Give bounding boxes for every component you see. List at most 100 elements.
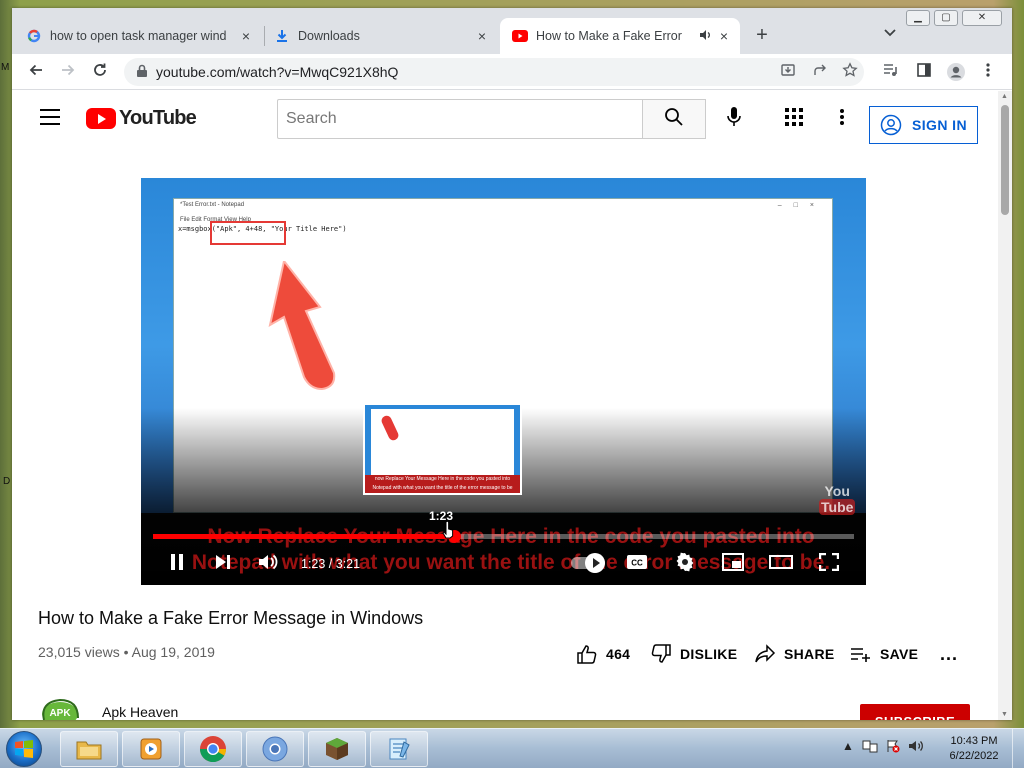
video-title: How to Make a Fake Error Message in Wind… bbox=[38, 608, 424, 628]
progress-bar[interactable] bbox=[153, 530, 854, 543]
like-count: 464 bbox=[606, 646, 631, 662]
hamburger-menu-icon[interactable] bbox=[40, 109, 60, 125]
share-button[interactable]: SHARE bbox=[754, 639, 835, 669]
search-box[interactable] bbox=[277, 99, 642, 139]
youtube-header: YouTube Search SIGN IN bbox=[12, 91, 998, 147]
seek-preview-thumbnail: now Replace Your Message Here in the cod… bbox=[363, 403, 522, 495]
volume-button[interactable] bbox=[255, 549, 283, 575]
speaker-icon[interactable] bbox=[698, 28, 712, 45]
profile-icon[interactable] bbox=[946, 62, 966, 82]
start-button[interactable] bbox=[6, 731, 42, 767]
close-tab-icon[interactable]: × bbox=[716, 28, 732, 44]
theater-mode-button[interactable] bbox=[767, 549, 795, 575]
video-player[interactable]: *Test Error.txt - Notepad –□× File Edit … bbox=[141, 178, 866, 585]
install-app-icon[interactable] bbox=[778, 62, 798, 82]
side-panel-icon[interactable] bbox=[914, 62, 934, 82]
media-control-icon[interactable] bbox=[880, 62, 900, 82]
tab-search-icon[interactable] bbox=[884, 26, 896, 40]
autoplay-toggle[interactable] bbox=[571, 553, 605, 573]
search-icon bbox=[664, 107, 684, 132]
apps-grid-button[interactable] bbox=[782, 107, 806, 131]
reload-icon[interactable] bbox=[90, 62, 110, 82]
account-circle-icon bbox=[880, 114, 902, 136]
show-desktop-button[interactable] bbox=[1012, 729, 1024, 768]
taskbar-chrome-secondary[interactable] bbox=[246, 731, 304, 767]
share-label: SHARE bbox=[784, 646, 835, 662]
more-actions-button[interactable]: ... bbox=[940, 639, 958, 669]
player-controls: 1:23 / 3:21 CC bbox=[141, 543, 866, 581]
thumbs-up-icon bbox=[577, 645, 597, 664]
taskbar-minecraft[interactable] bbox=[308, 731, 366, 767]
url-text[interactable]: youtube.com/watch?v=MwqC921X8hQ bbox=[156, 64, 398, 80]
clock-time: 10:43 PM bbox=[950, 735, 998, 747]
youtube-wordmark: YouTube bbox=[119, 107, 197, 129]
channel-avatar-text: APK bbox=[49, 708, 71, 719]
fullscreen-icon bbox=[819, 553, 839, 571]
notepad-window-controls: –□× bbox=[777, 202, 826, 209]
sign-in-button[interactable]: SIGN IN bbox=[869, 106, 978, 144]
tab-label: how to open task manager windo bbox=[50, 29, 226, 43]
search-button[interactable] bbox=[642, 99, 706, 139]
window-controls: ▁ ▢ ✕ bbox=[902, 10, 1002, 26]
tab-downloads[interactable]: Downloads × bbox=[274, 18, 498, 54]
tab-strip: how to open task manager windo × Downloa… bbox=[12, 8, 1012, 54]
taskbar-notepad[interactable] bbox=[370, 731, 428, 767]
subtitles-button[interactable]: CC bbox=[623, 549, 651, 575]
taskbar-chrome[interactable] bbox=[184, 731, 242, 767]
scroll-up-arrow-icon[interactable]: ▲ bbox=[1001, 93, 1008, 100]
youtube-logo[interactable]: YouTube bbox=[86, 107, 197, 130]
system-clock[interactable]: 10:43 PM 6/22/2022 bbox=[944, 734, 1004, 764]
close-tab-icon[interactable]: × bbox=[238, 28, 254, 44]
chrome-alt-icon bbox=[262, 736, 288, 762]
lock-icon[interactable] bbox=[136, 64, 150, 80]
new-tab-button[interactable]: + bbox=[750, 24, 774, 48]
preview-caption: Notepad with what you want the title of … bbox=[372, 485, 513, 491]
show-hidden-icons-icon[interactable]: ▲ bbox=[842, 739, 854, 756]
settings-button[interactable] bbox=[671, 549, 699, 575]
fullscreen-button[interactable] bbox=[815, 549, 843, 575]
menu-kebab-icon[interactable] bbox=[978, 62, 998, 82]
scroll-down-arrow-icon[interactable]: ▼ bbox=[1001, 711, 1008, 718]
tab-google-search[interactable]: how to open task manager windo × bbox=[26, 18, 262, 54]
taskbar-file-explorer[interactable] bbox=[60, 731, 118, 767]
desktop-icon-label: D bbox=[3, 476, 11, 487]
thumbs-down-icon bbox=[651, 644, 671, 663]
gear-icon bbox=[676, 552, 694, 572]
browser-toolbar: youtube.com/watch?v=MwqC921X8hQ bbox=[12, 54, 1012, 90]
time-display: 1:23 / 3:21 bbox=[301, 557, 361, 571]
channel-name[interactable]: Apk Heaven bbox=[102, 704, 178, 720]
forward-icon[interactable] bbox=[58, 62, 78, 82]
channel-avatar[interactable]: APK bbox=[38, 696, 86, 720]
bookmark-star-icon[interactable] bbox=[840, 62, 860, 82]
subscribe-button[interactable]: SUBSCRIBE bbox=[860, 704, 970, 720]
share-arrow-icon bbox=[755, 644, 776, 663]
close-window-button[interactable]: ✕ bbox=[962, 10, 1002, 26]
miniplayer-button[interactable] bbox=[719, 549, 747, 575]
volume-tray-icon[interactable] bbox=[908, 739, 924, 756]
close-tab-icon[interactable]: × bbox=[474, 28, 490, 44]
page-scrollbar[interactable]: ▲ ▼ bbox=[998, 91, 1012, 720]
scroll-thumb[interactable] bbox=[1001, 105, 1009, 215]
maximize-button[interactable]: ▢ bbox=[934, 10, 958, 26]
share-icon[interactable] bbox=[810, 62, 830, 82]
youtube-watermark[interactable]: You Tube bbox=[819, 483, 856, 515]
dislike-button[interactable]: DISLIKE bbox=[650, 639, 737, 669]
highlight-box bbox=[210, 221, 286, 245]
action-center-flag-icon[interactable] bbox=[886, 739, 900, 756]
network-icon[interactable] bbox=[862, 739, 878, 756]
voice-search-button[interactable] bbox=[718, 103, 750, 135]
settings-more-button[interactable] bbox=[830, 107, 854, 131]
search-input[interactable] bbox=[278, 100, 642, 138]
taskbar-media-player[interactable] bbox=[122, 731, 180, 767]
save-button[interactable]: SAVE bbox=[850, 639, 918, 669]
next-video-button[interactable] bbox=[209, 549, 237, 575]
sign-in-label: SIGN IN bbox=[912, 117, 967, 133]
youtube-page: YouTube Search SIGN IN *Test Error.txt -… bbox=[12, 91, 998, 720]
file-explorer-icon bbox=[76, 741, 102, 760]
back-icon[interactable] bbox=[26, 62, 46, 82]
like-button[interactable]: 464 bbox=[576, 639, 630, 669]
tab-youtube-video[interactable]: How to Make a Fake Error M × bbox=[500, 18, 740, 54]
minimize-button[interactable]: ▁ bbox=[906, 10, 930, 26]
address-bar[interactable]: youtube.com/watch?v=MwqC921X8hQ bbox=[124, 58, 864, 86]
pause-button[interactable] bbox=[163, 549, 191, 575]
